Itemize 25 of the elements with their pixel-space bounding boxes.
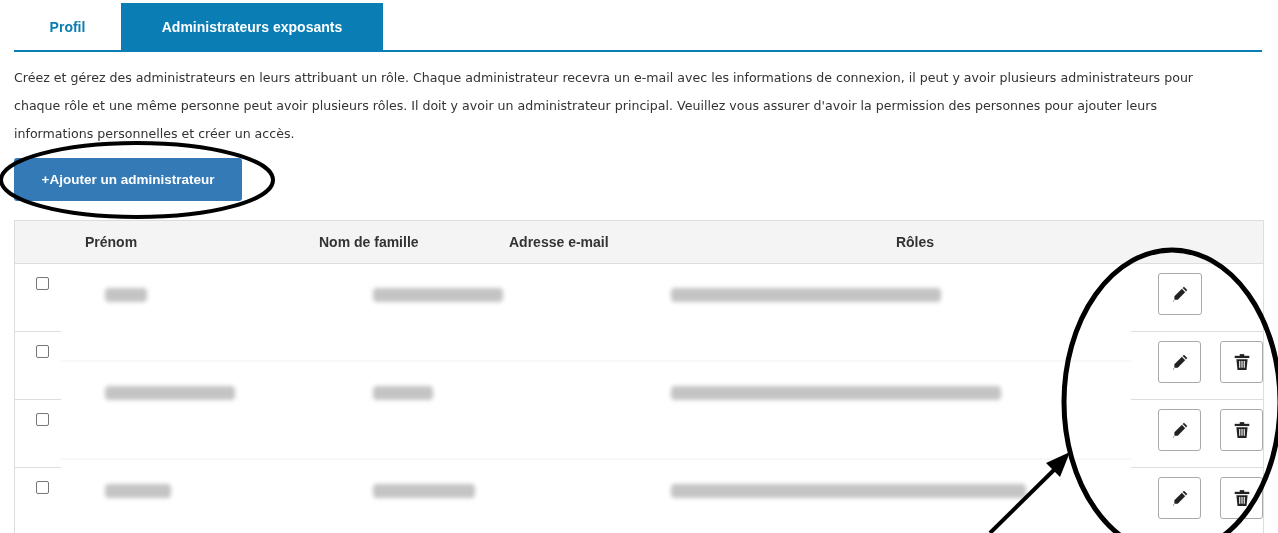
blurred-text-bar xyxy=(373,386,433,400)
edit-button[interactable] xyxy=(1158,341,1201,383)
edit-button[interactable] xyxy=(1158,477,1201,519)
column-header: Rôles xyxy=(894,234,936,250)
delete-button[interactable] xyxy=(1220,341,1263,383)
blurred-text-bar xyxy=(105,288,147,302)
pencil-icon xyxy=(1171,285,1189,303)
row-checkbox[interactable] xyxy=(36,345,49,358)
edit-button[interactable] xyxy=(1158,409,1201,451)
row-checkbox[interactable] xyxy=(36,413,49,426)
add-administrator-button[interactable]: +Ajouter un administrateur xyxy=(14,158,242,201)
column-header: Prénom xyxy=(84,234,139,250)
trash-icon xyxy=(1232,353,1251,371)
row-checkbox[interactable] xyxy=(36,277,49,290)
trash-icon xyxy=(1232,421,1251,439)
trash-icon xyxy=(1232,489,1251,507)
blurred-text-bar xyxy=(105,484,171,498)
column-header: Nom de famille xyxy=(318,234,420,250)
delete-button[interactable] xyxy=(1220,409,1263,451)
tab[interactable]: Administrateurs exposants xyxy=(121,3,383,50)
tab[interactable]: Profil xyxy=(14,3,121,50)
description-text: Créez et gérez des administrateurs en leurs attribuant un rôle. Chaque administrateur recevra un e-mail avec les informations de connexion, il peut y avoir plusieurs administrateurs pour chaque rôle et une même personne peut avoir plusieurs rôles. Il doit y avoir un administrateur principal. Veuillez vous assurer d'avoir la permission des personnes pour ajouter leurs informations personnelles et créer un accès. xyxy=(14,69,1195,143)
column-header: Adresse e-mail xyxy=(508,234,610,250)
edit-button[interactable] xyxy=(1158,273,1202,315)
row-checkbox[interactable] xyxy=(36,481,49,494)
